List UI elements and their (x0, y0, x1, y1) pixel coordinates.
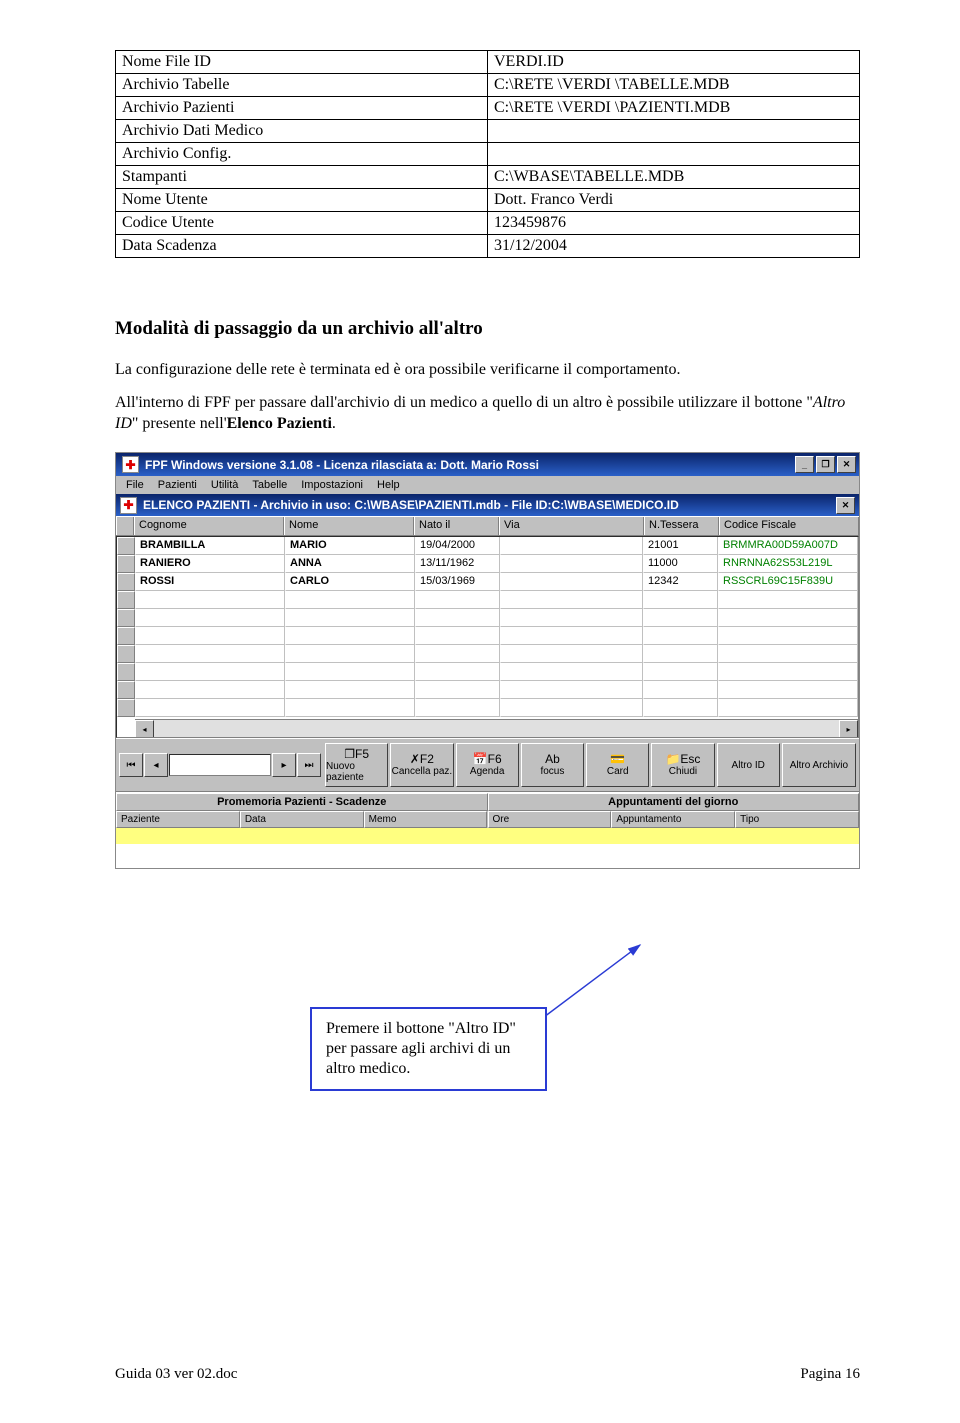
menu-impostazioni[interactable]: Impostazioni (301, 479, 363, 491)
table-row[interactable] (117, 663, 858, 681)
cfg-label: Stampanti (116, 166, 488, 189)
child-window-titlebar: ✚ ELENCO PAZIENTI - Archivio in uso: C:\… (116, 494, 859, 516)
chiudi-button[interactable]: 📁EscChiudi (651, 743, 714, 787)
table-row[interactable]: RANIEROANNA13/11/196211000RNRNNA62S53L21… (117, 555, 858, 573)
section-heading: Modalità di passaggio da un archivio all… (115, 318, 860, 340)
cfg-label: Codice Utente (116, 212, 488, 235)
horizontal-scrollbar[interactable]: ◂ ▸ (135, 719, 858, 737)
table-row[interactable]: ROSSICARLO15/03/196912342RSSCRL69C15F839… (117, 573, 858, 591)
close-button[interactable]: ✕ (837, 456, 856, 473)
cfg-value (488, 143, 860, 166)
app-icon: ✚ (122, 456, 139, 473)
cfg-value: C:\RETE \VERDI \PAZIENTI.MDB (488, 97, 860, 120)
scroll-left-icon[interactable]: ◂ (135, 720, 154, 738)
table-row[interactable] (117, 645, 858, 663)
table-row[interactable] (117, 627, 858, 645)
cfg-value: Dott. Franco Verdi (488, 189, 860, 212)
cfg-label: Archivio Dati Medico (116, 120, 488, 143)
memo-col: Appuntamento (611, 811, 735, 828)
titlebar: ✚ FPF Windows versione 3.1.08 - Licenza … (116, 453, 859, 476)
grid-body[interactable]: BRAMBILLAMARIO19/04/200021001BRMMRA00D59… (116, 536, 859, 738)
record-navigator: ⏮ ◂ ▸ ⏭ (119, 743, 321, 787)
table-row[interactable] (117, 591, 858, 609)
table-row[interactable] (117, 609, 858, 627)
footer-right: Pagina 16 (800, 1366, 860, 1383)
minimize-button[interactable]: _ (795, 456, 814, 473)
grid-header: Cognome Nome Nato il Via N.Tessera Codic… (116, 516, 859, 536)
cfg-value (488, 120, 860, 143)
toolbar: ⏮ ◂ ▸ ⏭ ❐F5Nuovo paziente ✗F2Cancella pa… (116, 738, 859, 792)
nav-last-button[interactable]: ⏭ (297, 753, 321, 777)
nuovo-paziente-button[interactable]: ❐F5Nuovo paziente (325, 743, 388, 787)
col-cf[interactable]: Codice Fiscale (719, 517, 859, 535)
menu-help[interactable]: Help (377, 479, 400, 491)
menu-tabelle[interactable]: Tabelle (252, 479, 287, 491)
nav-search-field[interactable] (169, 754, 271, 776)
table-row[interactable] (117, 681, 858, 699)
menu-utilità[interactable]: Utilità (211, 479, 239, 491)
col-tessera[interactable]: N.Tessera (644, 517, 719, 535)
menu-file[interactable]: File (126, 479, 144, 491)
menu-pazienti[interactable]: Pazienti (158, 479, 197, 491)
menubar: File Pazienti Utilità Tabelle Impostazioni He… (116, 476, 859, 494)
memo-col: Paziente (116, 811, 240, 828)
memo-col: Data (240, 811, 364, 828)
table-row[interactable]: BRAMBILLAMARIO19/04/200021001BRMMRA00D59… (117, 537, 858, 555)
callout-box: Premere il bottone "Altro ID" per passar… (310, 1007, 547, 1091)
card-button[interactable]: 💳Card (586, 743, 649, 787)
memo-right-title: Appuntamenti del giorno (488, 793, 860, 811)
memo-col: Memo (364, 811, 488, 828)
child-icon: ✚ (120, 497, 137, 514)
page-footer: Guida 03 ver 02.doc Pagina 16 (115, 1366, 860, 1383)
cfg-label: Archivio Tabelle (116, 74, 488, 97)
cancella-paziente-button[interactable]: ✗F2Cancella paz. (390, 743, 453, 787)
nav-next-button[interactable]: ▸ (272, 753, 296, 777)
col-via[interactable]: Via (499, 517, 644, 535)
nav-prev-button[interactable]: ◂ (144, 753, 168, 777)
footer-left: Guida 03 ver 02.doc (115, 1366, 237, 1383)
cfg-label: Nome File ID (116, 51, 488, 74)
memo-left-body[interactable] (116, 828, 488, 868)
cfg-label: Data Scadenza (116, 235, 488, 258)
cfg-label: Nome Utente (116, 189, 488, 212)
focus-button[interactable]: Abfocus (521, 743, 584, 787)
maximize-button[interactable]: ❐ (816, 456, 835, 473)
child-close-button[interactable]: ✕ (836, 497, 855, 514)
paragraph-2: All'interno di FPF per passare dall'arch… (115, 393, 860, 435)
altro-id-button[interactable]: Altro ID (717, 743, 780, 787)
window-title: FPF Windows versione 3.1.08 - Licenza ri… (145, 458, 539, 472)
paragraph-1: La configurazione delle rete è terminata… (115, 360, 860, 381)
memo-col: Ore (488, 811, 612, 828)
memo-col: Tipo (735, 811, 859, 828)
child-window-title: ELENCO PAZIENTI - Archivio in uso: C:\WB… (143, 498, 679, 512)
table-row[interactable] (117, 699, 858, 717)
memo-left-title: Promemoria Pazienti - Scadenze (116, 793, 488, 811)
col-nato[interactable]: Nato il (414, 517, 499, 535)
application-window: ✚ FPF Windows versione 3.1.08 - Licenza … (115, 452, 860, 869)
cfg-value: 31/12/2004 (488, 235, 860, 258)
memo-section: Promemoria Pazienti - Scadenze PazienteD… (116, 792, 859, 868)
nav-first-button[interactable]: ⏮ (119, 753, 143, 777)
config-table: Nome File IDVERDI.IDArchivio TabelleC:\R… (115, 50, 860, 258)
cfg-label: Archivio Pazienti (116, 97, 488, 120)
col-cognome[interactable]: Cognome (134, 517, 284, 535)
altro-archivio-button[interactable]: Altro Archivio (782, 743, 856, 787)
scroll-right-icon[interactable]: ▸ (839, 720, 858, 738)
cfg-label: Archivio Config. (116, 143, 488, 166)
cfg-value: 123459876 (488, 212, 860, 235)
memo-right-body[interactable] (488, 828, 860, 868)
cfg-value: C:\RETE \VERDI \TABELLE.MDB (488, 74, 860, 97)
agenda-button[interactable]: 📅F6Agenda (456, 743, 519, 787)
cfg-value: VERDI.ID (488, 51, 860, 74)
cfg-value: C:\WBASE\TABELLE.MDB (488, 166, 860, 189)
col-nome[interactable]: Nome (284, 517, 414, 535)
